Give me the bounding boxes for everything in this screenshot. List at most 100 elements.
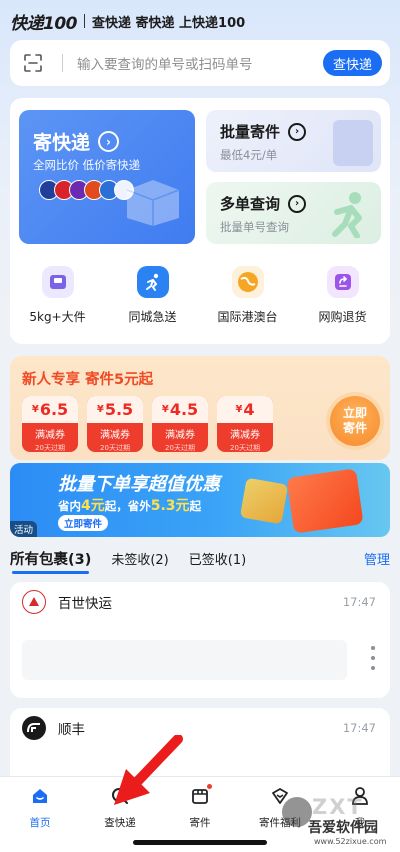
red-arrow-icon [114,735,183,805]
tab-unsigned[interactable]: 未签收(2) [111,549,168,568]
notification-dot [207,784,212,789]
activity-tag: 活动 [10,521,38,537]
watermark: ZXT 吾爱软件园 www.52zixue.com [278,795,398,850]
coupon-amount: 5.5 [104,400,134,419]
more-options-icon[interactable] [370,646,376,670]
banner-subline: 省内4元起，省外5.3元起 [58,495,201,515]
tracking-placeholder [22,640,347,680]
coupon-label: 满减券 [100,430,130,441]
parcel-box-icon [126,180,180,226]
watermark-site-name: 吾爱软件园 [308,820,378,836]
coupon-expire: 20天过期 [230,444,260,452]
service-item-large-parcel[interactable]: 5kg+大件 [10,266,105,325]
send-express-title: 寄快递 [33,132,91,154]
send-express-card[interactable]: 寄快递 › 全网比价 低价寄快递 [19,110,195,244]
scale-icon [41,266,74,298]
service-item-return[interactable]: 网购退货 [295,266,390,325]
batch-send-subtitle: 最低4元/单 [220,148,278,162]
coupon-amount: 4.5 [169,400,199,419]
coupon-amount-row: ¥5.5 [87,396,143,423]
batch-order-banner[interactable]: 批量下单享超值优惠 省内4元起，省外5.3元起 立即寄件 活动 [10,463,390,537]
coupon-card[interactable]: ¥4.5 满减券 20天过期 [152,396,208,452]
service-item-label: 5kg+大件 [29,310,86,324]
multi-query-card[interactable]: 多单查询 › 批量单号查询 [206,182,381,244]
runner-icon [332,192,362,238]
scan-icon[interactable] [24,54,42,72]
package-time: 17:47 [342,721,376,735]
multi-query-title-row: 多单查询 › [220,193,307,214]
watermark-overlay-text: ZXT [312,795,364,819]
banner-sub-a: 省内 [58,499,81,513]
carrier-name: 顺丰 [58,722,85,738]
batch-send-card[interactable]: 批量寄件 › 最低4元/单 [206,110,381,172]
home-icon [29,785,51,807]
multi-query-subtitle: 批量单号查询 [220,220,289,234]
coupon-currency: ¥ [235,404,243,415]
promo-title: 新人专享 寄件5元起 [22,372,154,388]
coupon-label: 满减券 [230,430,260,441]
service-item-same-city[interactable]: 同城急送 [105,266,200,325]
globe-icon [231,266,264,298]
send-now-button[interactable]: 立即 寄件 [330,396,380,446]
banner-sub-d: 5.3元 [150,498,190,514]
gift-box-icon [286,468,364,534]
coupon-amount: 4 [243,400,255,419]
carrier-name: 百世快运 [58,596,112,612]
coupon-card[interactable]: ¥5.5 满减券 20天过期 [87,396,143,452]
manage-button[interactable]: 管理 [364,549,390,568]
chevron-right-icon: › [288,194,307,213]
coupon-amount-row: ¥4 [217,396,273,423]
runner-icon [136,266,169,298]
coupon-label: 满减券 [35,430,65,441]
send-express-subtitle: 全网比价 低价寄快递 [33,158,141,172]
coupon-currency: ¥ [96,404,104,415]
send-express-title-row: 寄快递 › [33,128,120,155]
watermark-url: www.52zixue.com [314,837,387,846]
search-divider [62,54,63,72]
tab-signed[interactable]: 已签收(1) [189,549,246,568]
carrier-logos [39,180,134,200]
chevron-right-icon: › [288,122,307,141]
banner-headline: 批量下单享超值优惠 [58,474,220,495]
return-icon [326,266,359,298]
service-item-international[interactable]: 国际港澳台 [200,266,295,325]
package-header: 顺丰 17:47 [10,710,390,746]
services-card: 寄快递 › 全网比价 低价寄快递 批量寄件 › 最低4元/单 多单查询 › 批量… [10,98,390,344]
send-now-label-2: 寄件 [342,421,367,435]
search-bar[interactable]: 输入要查询的单号或扫码单号 查快递 [10,40,390,86]
banner-send-button[interactable]: 立即寄件 [58,515,109,531]
package-card[interactable]: 百世快运 17:47 [10,582,390,698]
coupon-currency: ¥ [31,404,39,415]
app-slogan: 查快递 寄快递 上快递100 [92,15,246,31]
service-item-label: 网购退货 [318,310,367,324]
app-header: 快递100 查快递 寄快递 上快递100 [10,10,246,34]
batch-send-title: 批量寄件 [220,123,281,141]
header-divider [84,14,85,28]
service-item-label: 同城急送 [128,310,177,324]
banner-sub-e: 起 [189,499,202,513]
batch-send-title-row: 批量寄件 › [220,121,307,142]
search-button[interactable]: 查快递 [322,50,382,76]
package-tabs: 所有包裹(3) 未签收(2) 已签收(1) 管理 [10,546,390,574]
banner-sub-c: 起，省外 [104,499,151,513]
carrier-logo-icon [22,716,46,740]
newcomer-promo[interactable]: 新人专享 寄件5元起 ¥6.5 满减券 20天过期 ¥5.5 满减券 20天过期… [10,356,390,460]
nav-label: 首页 [29,817,51,829]
package-time: 17:47 [342,595,376,609]
send-now-label-1: 立即 [342,406,367,420]
coupon-amount: 6.5 [39,400,69,419]
banner-sub-b: 4元 [81,498,105,514]
home-indicator [133,840,267,845]
coupon-card[interactable]: ¥6.5 满减券 20天过期 [22,396,78,452]
coupon-label: 满减券 [165,430,195,441]
coupon-amount-row: ¥6.5 [22,396,78,423]
coupon-card[interactable]: ¥4 满减券 20天过期 [217,396,273,452]
coupon-amount-row: ¥4.5 [152,396,208,423]
nav-label: 寄件 [189,817,211,829]
search-input[interactable]: 输入要查询的单号或扫码单号 [77,53,323,73]
app-logo: 快递100 [10,13,78,34]
tab-all-packages[interactable]: 所有包裹(3) [10,548,91,574]
nav-home[interactable]: 首页 [0,777,80,852]
gift-box-icon [239,477,289,525]
multi-query-title: 多单查询 [220,195,281,213]
